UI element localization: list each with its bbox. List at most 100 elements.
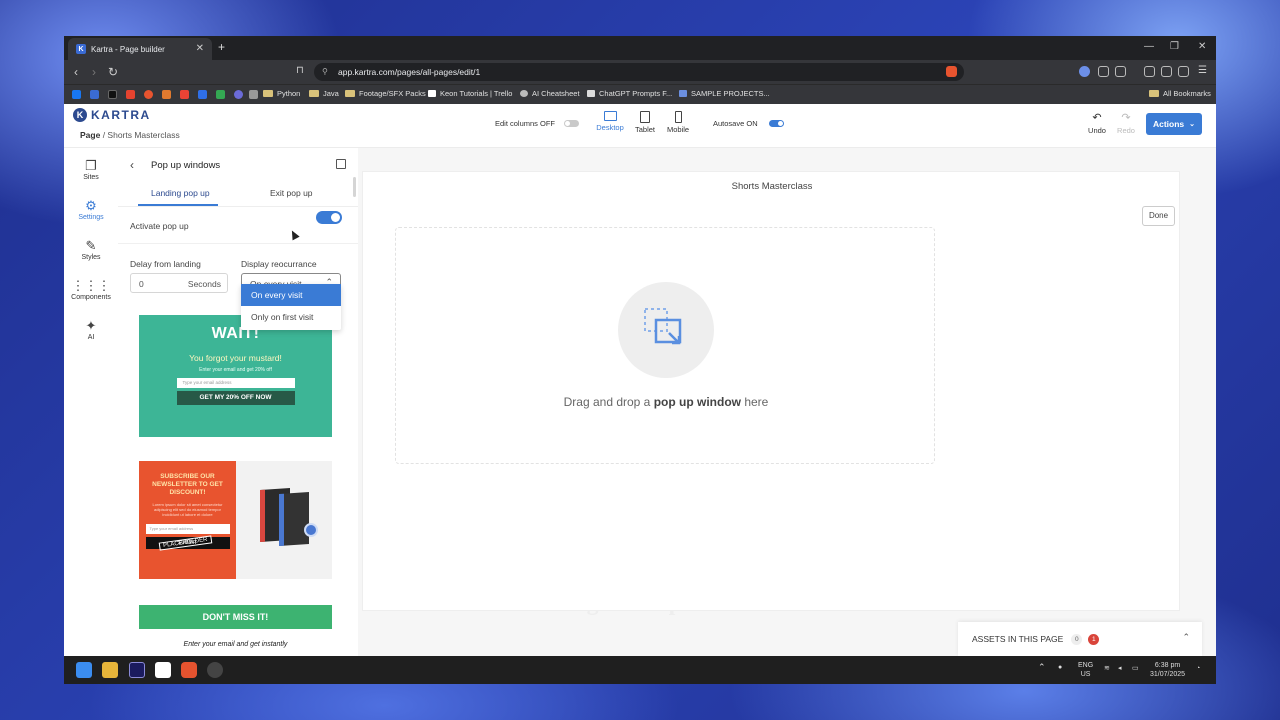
puzzle-icon[interactable]: [1098, 66, 1109, 77]
rail-sites[interactable]: ❐ Sites: [64, 158, 118, 181]
redo-button[interactable]: ↷ Redo: [1111, 113, 1141, 136]
canvas-area: Parturient Magnis Vulputate Shorts Maste…: [358, 148, 1216, 656]
bookmark-footage[interactable]: Footage/SFX Packs: [345, 89, 426, 98]
notifications-icon[interactable]: ◔: [1196, 664, 1200, 673]
site-info-icon[interactable]: ⚲: [322, 67, 328, 76]
product-box-image: [279, 491, 309, 547]
screenshot-icon[interactable]: [1115, 66, 1126, 77]
popup-title: Shorts Masterclass: [731, 181, 813, 192]
youtube-icon[interactable]: [126, 90, 135, 99]
sidebar-icon[interactable]: [1161, 66, 1172, 77]
autosave-label: Autosave ON: [713, 119, 758, 128]
rail-ai[interactable]: ✦ AI: [64, 318, 118, 341]
close-window-icon[interactable]: ✕: [1198, 41, 1206, 52]
bookmark-python[interactable]: Python: [263, 89, 300, 98]
tab-exit-popup[interactable]: Exit pop up: [270, 188, 313, 198]
edit-columns-label: Edit columns OFF: [495, 119, 556, 128]
all-bookmarks[interactable]: All Bookmarks: [1149, 89, 1211, 98]
chevron-down-icon: ⌄: [1189, 121, 1196, 128]
bookmark-java[interactable]: Java: [309, 89, 339, 98]
rail-settings[interactable]: ⚙ Settings: [64, 198, 118, 221]
docs-icon[interactable]: [198, 90, 207, 99]
extension-icon[interactable]: [1079, 66, 1090, 77]
assets-panel[interactable]: ASSETS IN THIS PAGE 0 1 ⌃: [958, 622, 1202, 656]
wifi-icon[interactable]: ≋: [1104, 664, 1110, 673]
template-dont-miss[interactable]: DON'T MISS IT!: [139, 605, 332, 629]
chevron-up-icon[interactable]: ⌃: [1182, 632, 1190, 643]
bookmark-chatgpt-prompts[interactable]: ChatGPT Prompts F...: [587, 89, 672, 98]
bookmarks-bar: Python Java Footage/SFX Packs Keon Tutor…: [64, 84, 1216, 104]
back-icon[interactable]: ‹: [74, 65, 78, 79]
browser-tab[interactable]: K Kartra - Page builder ✕: [68, 38, 212, 60]
option-every-visit[interactable]: On every visit: [241, 284, 341, 306]
messenger-icon[interactable]: [90, 90, 99, 99]
bookmark-sample-projects[interactable]: SAMPLE PROJECTS...: [679, 89, 770, 98]
breadcrumb-page[interactable]: Page: [80, 130, 100, 140]
tab-title: Kartra - Page builder: [91, 44, 165, 54]
brush-icon: ✎: [85, 238, 97, 253]
minimize-icon[interactable]: —: [1144, 41, 1154, 52]
bookmark-ai-cheatsheet[interactable]: AI Cheatsheet: [520, 89, 580, 98]
x-icon[interactable]: [108, 90, 117, 99]
panel-scrollbar[interactable]: [353, 177, 356, 197]
kartra-logo[interactable]: K KARTRA: [73, 108, 151, 122]
forward-icon[interactable]: ›: [92, 65, 96, 79]
device-desktop[interactable]: Desktop: [592, 111, 628, 132]
file-explorer-icon[interactable]: [102, 662, 118, 678]
app-icon[interactable]: [144, 90, 153, 99]
template-newsletter[interactable]: SUBSCRIBE OUR NEWSLETTER TO GET DISCOUNT…: [139, 461, 332, 579]
leo-ai-icon[interactable]: [1178, 66, 1189, 77]
time-label: 6:38 pm: [1154, 662, 1181, 669]
facebook-icon[interactable]: [72, 90, 81, 99]
date-label: 31/07/2025: [1150, 671, 1186, 678]
edit-columns-switch[interactable]: [564, 120, 580, 127]
autosave-switch[interactable]: [768, 120, 784, 127]
tab-landing-popup[interactable]: Landing pop up: [151, 188, 210, 198]
device-tablet[interactable]: Tablet: [627, 111, 663, 134]
rail-components[interactable]: ⋮⋮⋮ Components: [64, 278, 118, 301]
drive-icon[interactable]: [216, 90, 225, 99]
autosave-toggle[interactable]: Autosave ON: [713, 119, 784, 128]
premiere-pro-icon[interactable]: [129, 662, 145, 678]
device-mobile[interactable]: Mobile: [660, 111, 696, 134]
option-first-visit[interactable]: Only on first visit: [241, 306, 341, 328]
ai-app-icon[interactable]: [234, 90, 243, 99]
rail-styles[interactable]: ✎ Styles: [64, 238, 118, 261]
url-bar[interactable]: ⚲ app.kartra.com/pages/all-pages/edit/1: [314, 63, 964, 81]
undo-button[interactable]: ↶ Undo: [1082, 113, 1112, 136]
new-tab-icon[interactable]: +: [218, 40, 225, 54]
notion-icon[interactable]: [155, 662, 171, 678]
activate-popup-switch[interactable]: [316, 211, 342, 224]
actions-button[interactable]: Actions ⌄: [1146, 113, 1202, 135]
brave-shield-icon[interactable]: [946, 66, 957, 77]
back-chevron-icon[interactable]: ‹: [130, 158, 134, 172]
volume-icon[interactable]: ◂: [1118, 664, 1122, 673]
brave-browser-icon[interactable]: [181, 662, 197, 678]
battery-icon[interactable]: ▭: [1132, 664, 1139, 673]
tray-chevron-icon[interactable]: ⌃: [1038, 663, 1046, 672]
gmail-icon[interactable]: [180, 90, 189, 99]
edit-columns-toggle[interactable]: Edit columns OFF: [495, 119, 580, 128]
reload-icon[interactable]: ↻: [108, 65, 118, 79]
collapse-panel-icon[interactable]: [336, 159, 346, 169]
windows-start-icon[interactable]: [76, 662, 92, 678]
popup-dropzone[interactable]: Drag and drop a pop up window here: [395, 227, 935, 464]
taskbar: ⌃ ● ENG US ≋ ◂ ▭ 6:38 pm 31/07/2025 ◔: [64, 656, 1216, 684]
language-indicator[interactable]: ENG US: [1078, 661, 1093, 679]
mobile-icon: [674, 111, 682, 123]
site-icon[interactable]: [249, 90, 258, 99]
microphone-icon[interactable]: ●: [1058, 663, 1062, 672]
delay-input[interactable]: 0 Seconds: [130, 273, 228, 293]
bookmark-page-icon[interactable]: ⊓: [296, 65, 304, 76]
template-wait-mustard[interactable]: WAIT! You forgot your mustard! Enter you…: [139, 315, 332, 437]
bookmark-trello[interactable]: Keon Tutorials | Trello: [428, 89, 512, 98]
clock[interactable]: 6:38 pm 31/07/2025: [1150, 661, 1185, 679]
template-subheading: You forgot your mustard!: [189, 353, 282, 363]
menu-icon[interactable]: ☰: [1198, 65, 1207, 76]
tool-icon[interactable]: [162, 90, 171, 99]
done-button[interactable]: Done: [1142, 206, 1175, 226]
close-tab-icon[interactable]: ✕: [196, 43, 204, 54]
restore-icon[interactable]: ❐: [1170, 41, 1179, 52]
chatgpt-app-icon[interactable]: [207, 662, 223, 678]
music-icon[interactable]: [1144, 66, 1155, 77]
